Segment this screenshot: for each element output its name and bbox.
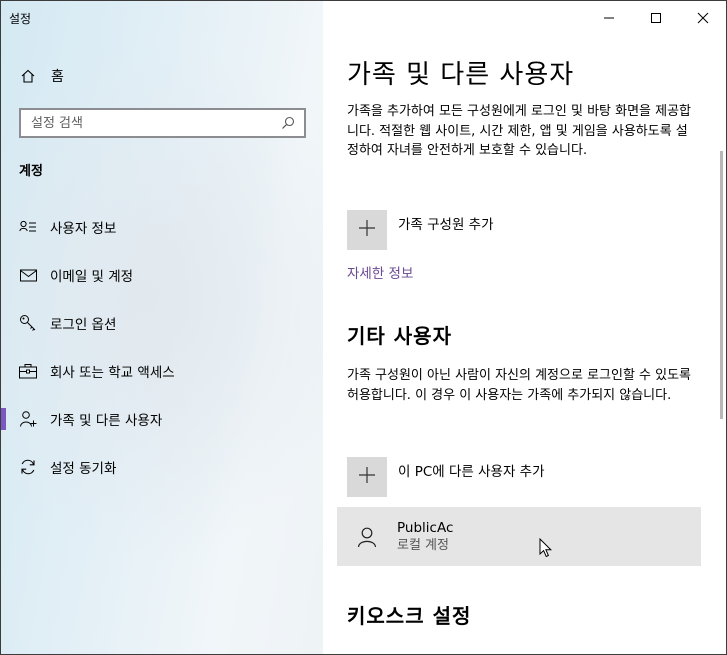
sidebar-item-label: 로그인 옵션 [50,317,117,333]
kiosk-title: 키오스크 설정 [347,604,472,628]
nav-list: 사용자 정보 이메일 및 계정 로그인 옵션 회사 또는 학교 액세스 가족 및… [1,203,323,491]
scrollbar[interactable] [720,151,723,419]
sidebar-item-work-school[interactable]: 회사 또는 학교 액세스 [1,347,323,395]
add-family-member-label: 가족 구성원 추가 [398,217,494,233]
add-family-member-button[interactable]: 가족 구성원 추가 [347,210,494,250]
home-icon [19,67,37,85]
maximize-button[interactable] [632,1,679,35]
close-button[interactable] [679,1,726,35]
user-avatar-icon [355,525,379,549]
other-users-title: 기타 사용자 [347,324,452,348]
plus-icon [358,219,376,241]
add-other-user-button[interactable]: 이 PC에 다른 사용자 추가 [347,457,545,497]
maximize-icon [650,9,662,28]
other-users-description: 가족 구성원이 아닌 사람이 자신의 계정으로 로그인할 수 있도록 허용합니다… [347,368,692,403]
window-controls [585,1,726,35]
add-tile [347,457,387,497]
user-info: PublicAc 로컬 계정 [397,519,453,555]
family-description: 가족을 추가하여 모든 구성원에게 로그인 및 바탕 화면을 제공합니다. 적절… [347,104,692,158]
user-info-icon [19,218,37,236]
nav-home[interactable]: 홈 [19,65,64,87]
mail-icon [19,266,37,284]
sidebar-item-label: 설정 동기화 [50,461,117,477]
sync-icon [19,458,37,476]
sidebar-item-sign-in[interactable]: 로그인 옵션 [1,299,323,347]
sidebar: 설정 홈 계정 사용자 정보 [1,1,323,654]
person-add-icon [19,410,37,428]
user-account-card[interactable]: PublicAc 로컬 계정 [337,507,701,566]
section-label-accounts: 계정 [19,164,43,179]
briefcase-icon [19,362,37,380]
sidebar-item-label: 가족 및 다른 사용자 [50,413,163,429]
sidebar-item-email[interactable]: 이메일 및 계정 [1,251,323,299]
minimize-button[interactable] [585,1,632,35]
add-tile [347,210,387,250]
settings-window: 설정 홈 계정 사용자 정보 [0,0,727,655]
sidebar-item-sync[interactable]: 설정 동기화 [1,443,323,491]
add-other-user-label: 이 PC에 다른 사용자 추가 [398,464,545,480]
sidebar-item-family[interactable]: 가족 및 다른 사용자 [1,395,323,443]
minimize-icon [603,9,615,28]
search-input[interactable] [31,115,280,131]
app-title: 설정 [9,12,32,26]
key-icon [19,314,37,332]
plus-icon [358,466,376,488]
mouse-cursor-icon [539,537,553,562]
nav-home-label: 홈 [51,69,64,85]
sidebar-item-label: 회사 또는 학교 액세스 [50,365,175,381]
sidebar-item-user-info[interactable]: 사용자 정보 [1,203,323,251]
close-icon [697,9,709,28]
search-box[interactable] [19,108,306,138]
sidebar-item-label: 사용자 정보 [50,221,117,237]
more-info-link[interactable]: 자세한 정보 [347,262,413,282]
user-account-type: 로컬 계정 [397,537,449,553]
sidebar-item-label: 이메일 및 계정 [50,269,134,285]
user-name: PublicAc [397,519,454,536]
search-icon[interactable] [280,115,296,131]
page-title: 가족 및 다른 사용자 [347,60,575,90]
